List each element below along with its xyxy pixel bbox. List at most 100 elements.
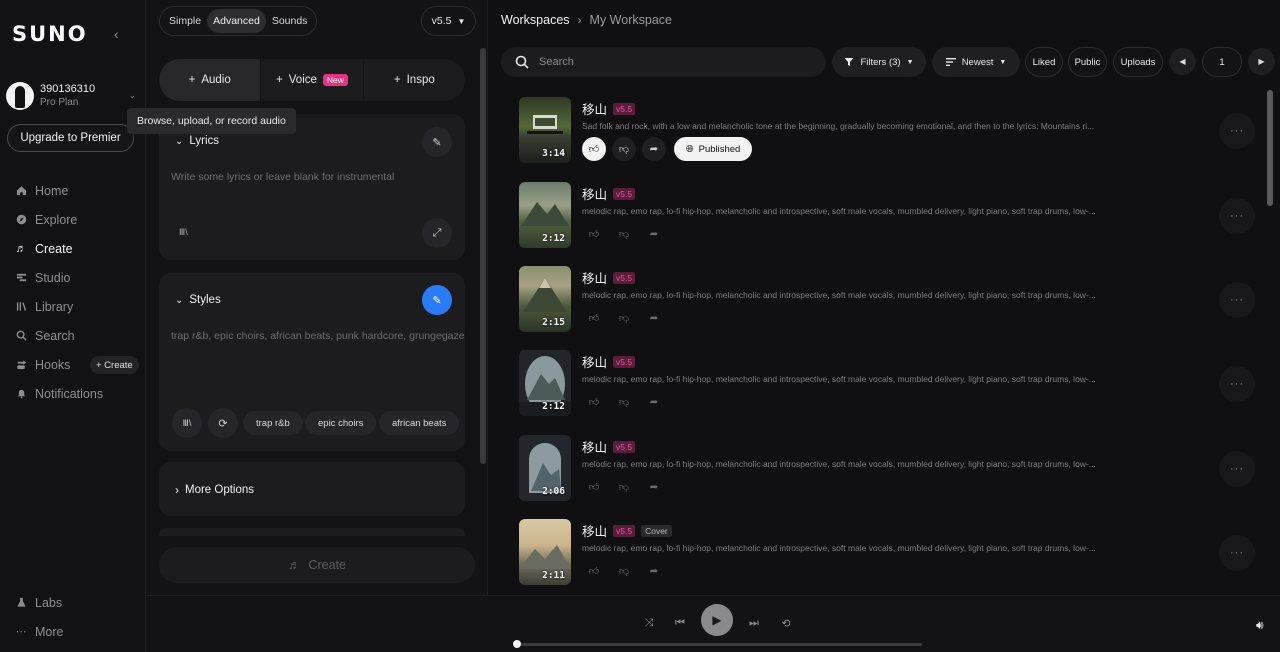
like-button[interactable]: 👍︎ — [582, 475, 606, 499]
shuffle-styles-button[interactable]: ⟳ — [208, 408, 238, 438]
song-title[interactable]: 移山 — [582, 437, 607, 456]
styles-input[interactable]: trap r&b, epic choirs, african beats, pu… — [171, 330, 465, 342]
sidebar-item-studio[interactable]: Studio — [0, 263, 146, 292]
song-cover[interactable]: 2:11 — [519, 519, 571, 585]
song-cover[interactable]: 2:06 — [519, 435, 571, 501]
song-row[interactable]: 2:11 移山 v5.5 Cover melodic rap, emo rap,… — [519, 519, 1259, 589]
like-button[interactable]: 👍︎ — [582, 559, 606, 583]
hooks-create-button[interactable]: + Create — [90, 356, 139, 374]
dislike-button[interactable]: 👎︎ — [612, 475, 636, 499]
song-title[interactable]: 移山 — [582, 268, 607, 287]
dislike-button[interactable]: 👎︎ — [612, 222, 636, 246]
panel-scrollbar[interactable] — [480, 48, 486, 464]
lyrics-toggle[interactable]: ⌄ Lyrics — [175, 135, 219, 147]
sidebar-item-explore[interactable]: Explore — [0, 205, 146, 234]
song-title[interactable]: 移山 — [582, 99, 607, 118]
workspace-scrollbar[interactable] — [1267, 90, 1273, 206]
song-row[interactable]: 2:12 移山 v5.5 melodic rap, emo rap, lo-fi… — [519, 350, 1259, 420]
progress-bar[interactable] — [513, 640, 922, 648]
uploads-toggle[interactable]: Uploads — [1113, 47, 1163, 77]
suno-logo[interactable]: SUNO — [12, 22, 88, 46]
style-library-button[interactable]: Ⅲ\ — [172, 408, 202, 438]
dislike-button[interactable]: 👎︎ — [612, 137, 636, 161]
song-more-button[interactable]: ··· — [1219, 366, 1255, 402]
sidebar-item-home[interactable]: Home — [0, 176, 146, 205]
model-version-select[interactable]: v5.5 ▼ — [421, 6, 476, 36]
song-cover[interactable]: 2:15 — [519, 266, 571, 332]
expand-button[interactable]: ⤢ — [422, 218, 452, 248]
next-page-button[interactable]: ▶ — [1248, 48, 1275, 75]
search-input[interactable] — [539, 56, 799, 68]
style-chip[interactable]: trap r&b — [243, 411, 303, 435]
repeat-button[interactable]: ⟲ — [775, 612, 797, 634]
song-more-button[interactable]: ··· — [1219, 113, 1255, 149]
library-icon[interactable]: Ⅲ\ — [179, 227, 188, 238]
song-more-button[interactable]: ··· — [1219, 198, 1255, 234]
share-button[interactable]: ➦ — [642, 559, 666, 583]
sidebar-item-notifications[interactable]: Notifications — [0, 379, 146, 408]
song-title[interactable]: 移山 — [582, 184, 607, 203]
play-button[interactable]: ▶ — [701, 604, 733, 636]
more-options-toggle[interactable]: › More Options — [175, 483, 254, 497]
tab-voice[interactable]: + Voice New — [261, 59, 364, 101]
tab-audio[interactable]: + Audio — [159, 59, 262, 101]
song-row[interactable]: 2:06 移山 v5.5 melodic rap, emo rap, lo-fi… — [519, 435, 1259, 505]
song-cover[interactable]: 2:12 — [519, 182, 571, 248]
share-button[interactable]: ➦ — [642, 306, 666, 330]
public-toggle[interactable]: Public — [1068, 47, 1107, 77]
song-cover[interactable]: 3:14 — [519, 97, 571, 163]
filters-button[interactable]: Filters (3) ▼ — [832, 47, 926, 77]
progress-handle[interactable] — [513, 640, 521, 648]
share-button[interactable]: ➦ — [642, 137, 666, 161]
like-button[interactable]: 👍︎ — [582, 390, 606, 414]
prev-page-button[interactable]: ◀ — [1169, 48, 1196, 75]
next-button[interactable]: ⏭︎ — [743, 612, 765, 634]
song-more-button[interactable]: ··· — [1219, 451, 1255, 487]
styles-toggle[interactable]: ⌄ Styles — [175, 294, 221, 306]
style-magic-button[interactable]: ✎ — [422, 285, 452, 315]
chevron-left-icon[interactable]: ‹ — [114, 26, 119, 42]
sort-button[interactable]: Newest ▼ — [932, 47, 1020, 77]
like-button[interactable]: 👍︎ — [582, 137, 606, 161]
sidebar-item-more[interactable]: ⋯ More — [0, 617, 146, 646]
song-more-button[interactable]: ··· — [1219, 535, 1255, 571]
song-cover[interactable]: 2:12 — [519, 350, 571, 416]
mode-advanced[interactable]: Advanced — [207, 9, 266, 33]
share-button[interactable]: ➦ — [642, 475, 666, 499]
song-title[interactable]: 移山 — [582, 352, 607, 371]
dislike-button[interactable]: 👎︎ — [612, 306, 636, 330]
search-bar[interactable] — [501, 47, 826, 77]
dislike-button[interactable]: 👎︎ — [612, 559, 636, 583]
sidebar-item-library[interactable]: Library — [0, 292, 146, 321]
song-row[interactable]: 2:12 移山 v5.5 melodic rap, emo rap, lo-fi… — [519, 182, 1259, 252]
page-number[interactable]: 1 — [1202, 47, 1242, 77]
share-button[interactable]: ➦ — [642, 222, 666, 246]
song-row[interactable]: 2:15 移山 v5.5 melodic rap, emo rap, lo-fi… — [519, 266, 1259, 336]
song-title[interactable]: 移山 — [582, 521, 607, 540]
lyrics-input[interactable]: Write some lyrics or leave blank for ins… — [171, 171, 394, 183]
sidebar-item-hooks[interactable]: Hooks + Create — [0, 350, 146, 379]
mode-simple[interactable]: Simple — [163, 9, 207, 33]
tab-inspo[interactable]: + Inspo — [364, 59, 465, 101]
song-row[interactable]: 3:14 移山 v5.5 Sad folk and rock, with a l… — [519, 97, 1259, 167]
shuffle-button[interactable]: ⤨ — [638, 612, 660, 634]
like-button[interactable]: 👍︎ — [582, 222, 606, 246]
previous-button[interactable]: ⏮︎ — [669, 612, 691, 634]
create-button[interactable]: ♬ Create — [159, 547, 475, 583]
style-chip[interactable]: african beats — [379, 411, 460, 435]
sidebar-item-search[interactable]: Search — [0, 321, 146, 350]
more-options-card[interactable]: › More Options — [159, 462, 465, 516]
song-more-button[interactable]: ··· — [1219, 282, 1255, 318]
account-switcher[interactable]: 390136310 Pro Plan ⌄ — [6, 82, 136, 112]
like-button[interactable]: 👍︎ — [582, 306, 606, 330]
mode-sounds[interactable]: Sounds — [266, 9, 314, 33]
breadcrumb-workspaces[interactable]: Workspaces — [501, 13, 570, 27]
liked-toggle[interactable]: Liked — [1025, 47, 1063, 77]
dislike-button[interactable]: 👎︎ — [612, 390, 636, 414]
volume-button[interactable]: 🔊︎ — [1256, 618, 1264, 633]
share-button[interactable]: ➦ — [642, 390, 666, 414]
sidebar-item-labs[interactable]: Labs — [0, 588, 146, 617]
published-button[interactable]: 🌐︎ Published — [674, 137, 753, 161]
upgrade-button[interactable]: Upgrade to Premier — [7, 124, 134, 152]
style-chip[interactable]: epic choirs — [305, 411, 377, 435]
